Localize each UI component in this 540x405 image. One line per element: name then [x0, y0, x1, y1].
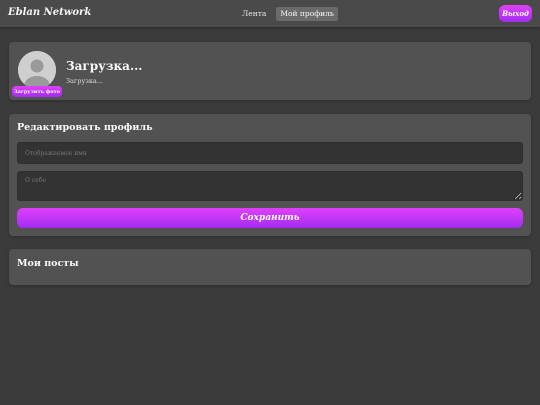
profile-subline: Загрузка... [66, 77, 103, 85]
nav-my-profile-link[interactable]: Мой профиль [276, 7, 338, 21]
avatar [18, 51, 56, 89]
default-user-icon [18, 51, 56, 89]
main-nav: Лента Мой профиль [238, 7, 338, 21]
edit-profile-card: Редактировать профиль Сохранить [9, 114, 531, 236]
save-button[interactable]: Сохранить [17, 208, 523, 228]
upload-photo-button[interactable]: Загрузить фото [12, 86, 62, 97]
my-posts-card: Мои посты [9, 249, 531, 285]
nav-feed-link[interactable]: Лента [238, 7, 270, 21]
profile-display-name: Загрузка... [66, 59, 143, 73]
display-name-input[interactable] [17, 142, 523, 164]
about-textarea[interactable] [17, 171, 523, 201]
logout-button[interactable]: Выход [499, 5, 532, 22]
profile-card: Загрузить фото Загрузка... Загрузка... [9, 42, 531, 100]
my-posts-title: Мои посты [17, 258, 79, 269]
edit-profile-title: Редактировать профиль [17, 122, 153, 133]
brand-logo[interactable]: Eblan Network [8, 7, 91, 18]
top-navbar: Eblan Network Лента Мой профиль Выход [0, 0, 540, 27]
